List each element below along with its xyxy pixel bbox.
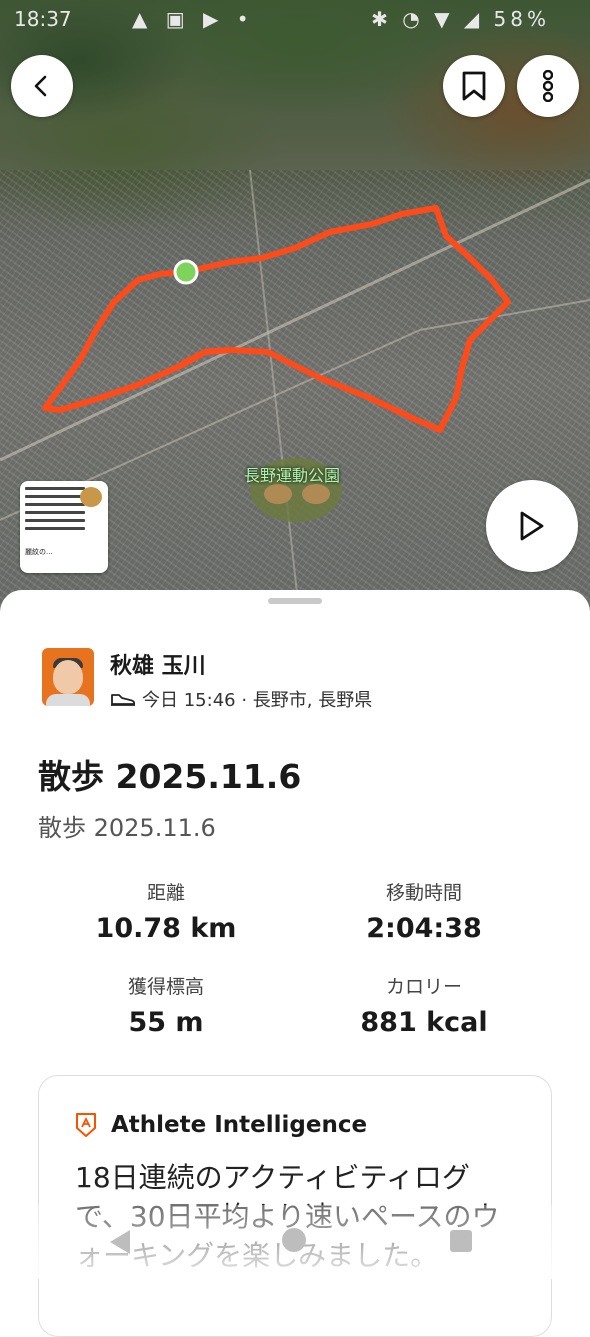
stat-distance: 距離 10.78 km bbox=[46, 878, 286, 944]
activity-date-location: 今日 15:46 · 長野市, 長野県 bbox=[142, 690, 373, 711]
map-place-label: 長野運動公園 bbox=[244, 466, 341, 485]
start-marker bbox=[173, 259, 199, 285]
status-notification-icons: ▲ ▣ ▶ • bbox=[132, 7, 255, 31]
status-signal-icons: ✱ ◔ ▼ ◢ bbox=[371, 7, 484, 31]
stat-calories: カロリー 881 kcal bbox=[304, 972, 544, 1038]
map-road bbox=[249, 169, 301, 620]
activity-meta: 今日 15:46 · 長野市, 長野県 bbox=[110, 686, 372, 712]
athlete-name[interactable]: 秋雄 玉川 bbox=[110, 648, 206, 680]
status-time: 18:37 bbox=[14, 7, 72, 31]
stat-value: 10.78 km bbox=[95, 913, 237, 944]
nav-home-icon[interactable] bbox=[282, 1228, 306, 1252]
stat-moving-time: 移動時間 2:04:38 bbox=[304, 878, 544, 944]
route-line bbox=[42, 205, 511, 433]
thumbnail-bowl-image bbox=[80, 487, 102, 507]
avatar-face bbox=[53, 660, 83, 694]
shoe-icon bbox=[111, 694, 136, 706]
activity-subtitle: 散歩 2025.11.6 bbox=[38, 814, 216, 842]
battery-level: 58% bbox=[493, 7, 550, 31]
sheet-drag-handle[interactable] bbox=[268, 598, 322, 604]
status-system-icons: ✱ ◔ ▼ ◢ 58% bbox=[371, 7, 550, 31]
more-options-button[interactable] bbox=[517, 55, 579, 117]
park-stadium bbox=[302, 484, 330, 504]
nav-back-icon[interactable] bbox=[110, 1230, 130, 1254]
stat-label: 移動時間 bbox=[385, 882, 462, 904]
status-bar: 18:37 ▲ ▣ ▶ • ✱ ◔ ▼ ◢ 58% bbox=[0, 0, 590, 38]
stat-elevation-gain: 獲得標高 55 m bbox=[46, 972, 286, 1038]
system-navigation-bar bbox=[0, 1222, 590, 1262]
athlete-intelligence-title: Athlete Intelligence bbox=[111, 1112, 368, 1138]
stat-label: 獲得標高 bbox=[127, 976, 204, 998]
nav-recents-icon[interactable] bbox=[450, 1230, 472, 1252]
play-icon bbox=[520, 511, 544, 541]
play-flyover-button[interactable] bbox=[486, 480, 578, 572]
athlete-intelligence-icon bbox=[76, 1113, 96, 1137]
activity-title: 散歩 2025.11.6 bbox=[38, 757, 302, 796]
bookmark-button[interactable] bbox=[443, 55, 505, 117]
athlete-intelligence-header: Athlete Intelligence bbox=[75, 1112, 367, 1138]
avatar-shirt bbox=[46, 694, 90, 706]
photo-thumbnail[interactable]: 麗紋の... bbox=[20, 481, 108, 573]
route-map[interactable]: 18:37 ▲ ▣ ▶ • ✱ ◔ ▼ ◢ 58% 長野運動公園 麗紋の... bbox=[0, 0, 590, 620]
stat-value: 55 m bbox=[128, 1007, 204, 1038]
chevron-left-icon bbox=[34, 75, 47, 97]
stat-value: 881 kcal bbox=[360, 1007, 488, 1038]
thumbnail-text-lines bbox=[25, 487, 85, 535]
stat-label: 距離 bbox=[146, 882, 185, 904]
map-road bbox=[0, 178, 590, 462]
park-stadium bbox=[264, 484, 292, 504]
stat-label: カロリー bbox=[385, 976, 462, 998]
activity-details-sheet[interactable]: 秋雄 玉川 今日 15:46 · 長野市, 長野県 散歩 2025.11.6 散… bbox=[0, 590, 590, 1337]
thumbnail-caption: 麗紋の... bbox=[25, 548, 53, 556]
bookmark-icon bbox=[462, 71, 486, 101]
back-button[interactable] bbox=[11, 55, 73, 117]
avatar[interactable] bbox=[42, 648, 94, 706]
stat-value: 2:04:38 bbox=[366, 913, 482, 944]
vertical-dots-icon bbox=[543, 70, 553, 102]
